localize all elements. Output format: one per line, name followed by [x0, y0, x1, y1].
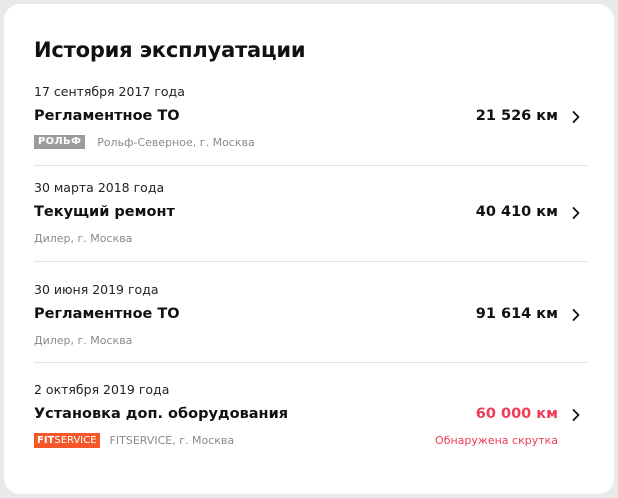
entry-location: РОЛЬФ Рольф-Северное, г. Москва — [34, 134, 255, 150]
rolf-logo: РОЛЬФ — [34, 135, 86, 149]
entry-service-type: Регламентное ТО — [34, 306, 180, 322]
page-title: История эксплуатации — [34, 38, 306, 62]
entry-location-text: Дилер, г. Москва — [34, 333, 133, 347]
entry-mileage: 40 410 км — [475, 204, 558, 220]
divider — [34, 362, 588, 363]
entry-location-text: Дилер, г. Москва — [34, 231, 133, 245]
entry-date: 17 сентября 2017 года — [34, 84, 185, 99]
entry-mileage: 21 526 км — [475, 108, 558, 124]
divider — [34, 165, 588, 166]
entry-location-text: FITSERVICE, г. Москва — [109, 433, 235, 447]
entry-location: Дилер, г. Москва — [34, 230, 132, 246]
history-entry[interactable]: 2 октября 2019 года Установка доп. обору… — [34, 382, 588, 478]
mileage-rollback-warning: Обнаружена скрутка — [435, 434, 558, 447]
entry-mileage: 91 614 км — [475, 306, 558, 322]
chevron-right-icon[interactable] — [568, 109, 584, 125]
fitservice-logo: FIT SERVICE — [34, 432, 100, 448]
entry-date: 30 марта 2018 года — [34, 180, 165, 195]
entry-service-type: Текущий ремонт — [34, 204, 175, 220]
entry-service-type: Установка доп. оборудования — [34, 406, 289, 422]
history-entry[interactable]: 30 июня 2019 года Регламентное ТО 91 614… — [34, 282, 588, 378]
entry-mileage-alert: 60 000 км — [475, 406, 558, 422]
entry-service-type: Регламентное ТО — [34, 108, 180, 124]
entry-location: Дилер, г. Москва — [34, 332, 132, 348]
chevron-right-icon[interactable] — [568, 407, 584, 423]
divider — [34, 261, 588, 262]
entry-date: 30 июня 2019 года — [34, 282, 159, 297]
service-history-card: История эксплуатации 17 сентября 2017 го… — [4, 4, 614, 494]
entry-location: FIT SERVICE FITSERVICE, г. Москва — [34, 432, 234, 448]
chevron-right-icon[interactable] — [568, 205, 584, 221]
entry-date: 2 октября 2019 года — [34, 382, 170, 397]
chevron-right-icon[interactable] — [568, 307, 584, 323]
entry-location-text: Рольф-Северное, г. Москва — [97, 135, 255, 149]
